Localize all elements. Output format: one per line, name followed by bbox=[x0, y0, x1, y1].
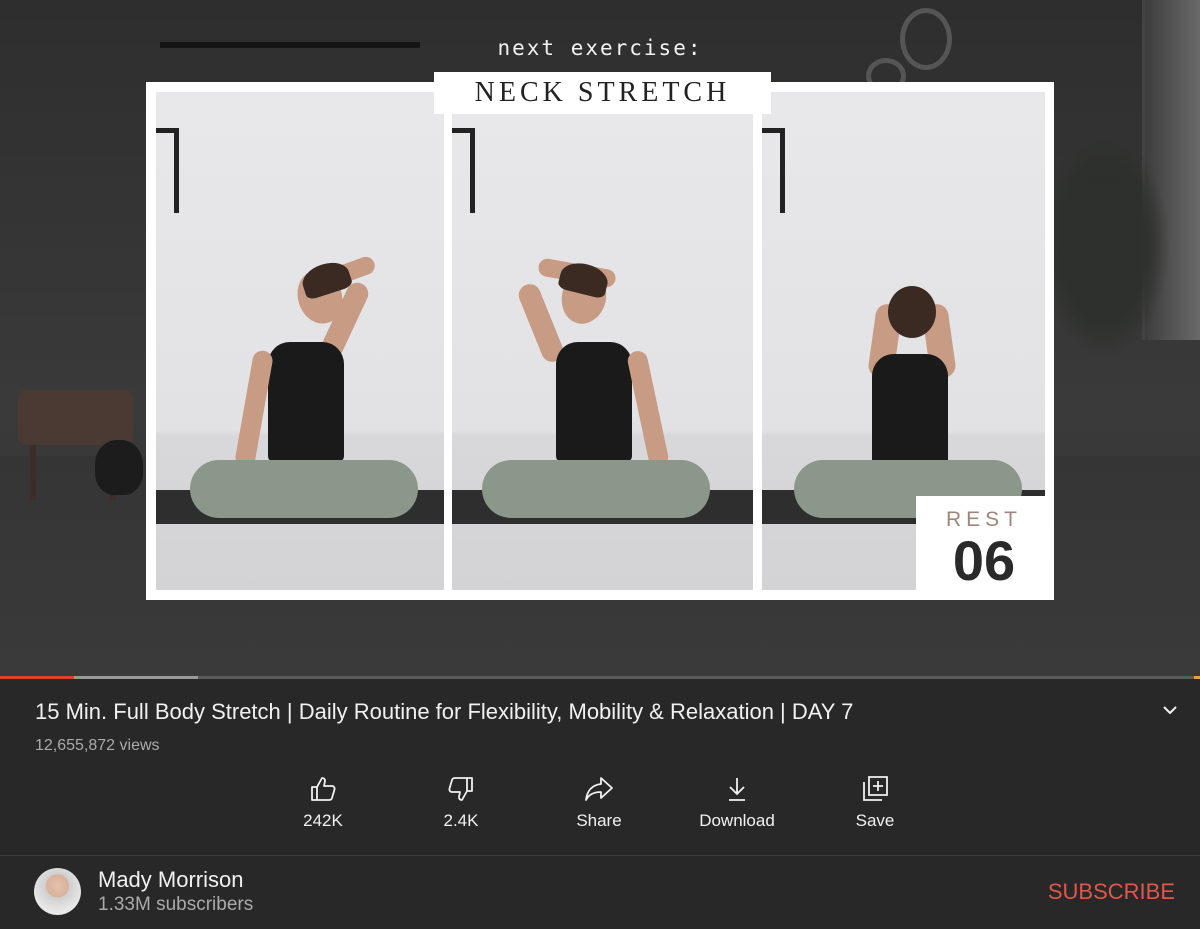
save-button[interactable]: Save bbox=[820, 775, 930, 831]
like-count: 242K bbox=[303, 811, 343, 830]
thumbs-up-icon bbox=[311, 777, 336, 801]
legs bbox=[190, 460, 418, 518]
chevron-down-icon[interactable] bbox=[1160, 700, 1180, 720]
download-button[interactable]: Download bbox=[682, 775, 792, 831]
channel-avatar[interactable] bbox=[34, 868, 81, 915]
video-title[interactable]: 15 Min. Full Body Stretch | Daily Routin… bbox=[35, 699, 853, 725]
progress-end-marker bbox=[1194, 676, 1200, 679]
save-playlist-icon bbox=[863, 776, 888, 801]
progress-buffered bbox=[74, 676, 198, 679]
stool bbox=[18, 390, 133, 445]
torso bbox=[268, 342, 344, 462]
dislike-count: 2.4K bbox=[443, 811, 479, 830]
torso bbox=[556, 342, 632, 462]
hair bbox=[888, 286, 936, 338]
share-button[interactable]: Share bbox=[544, 775, 654, 831]
save-label: Save bbox=[855, 811, 895, 830]
torso bbox=[872, 354, 948, 474]
next-exercise-label: next exercise: bbox=[497, 36, 703, 60]
wall-hook bbox=[762, 128, 785, 213]
share-label: Share bbox=[576, 811, 622, 830]
exercise-title: NECK STRETCH bbox=[434, 72, 771, 114]
kettlebell bbox=[95, 440, 143, 495]
exercise-photo-1 bbox=[156, 92, 444, 590]
arm bbox=[625, 349, 671, 469]
wall-hook bbox=[156, 128, 179, 213]
download-icon bbox=[729, 778, 745, 801]
like-button[interactable]: 242K bbox=[268, 775, 378, 831]
subscribe-button[interactable]: SUBSCRIBE bbox=[1048, 879, 1175, 905]
rest-timer: REST 06 bbox=[916, 496, 1052, 598]
video-progress-bar[interactable] bbox=[0, 676, 1200, 679]
legs bbox=[482, 460, 710, 518]
stool-leg bbox=[30, 445, 36, 500]
thumbs-down-icon bbox=[448, 777, 473, 801]
channel-name[interactable]: Mady Morrison bbox=[98, 867, 243, 893]
dislike-button[interactable]: 2.4K bbox=[406, 775, 516, 831]
wall-hook bbox=[452, 128, 475, 213]
divider bbox=[0, 855, 1200, 856]
download-label: Download bbox=[699, 811, 775, 830]
view-count: 12,655,872 views bbox=[35, 737, 160, 754]
share-icon bbox=[585, 777, 613, 801]
plant bbox=[1040, 130, 1170, 360]
video-player[interactable]: next exercise: NECK STRETCH REST 06 bbox=[0, 0, 1200, 676]
progress-played bbox=[0, 676, 75, 679]
rest-countdown: 06 bbox=[952, 529, 1016, 592]
subscriber-count: 1.33M subscribers bbox=[98, 894, 254, 915]
exercise-photo-2 bbox=[452, 92, 753, 590]
